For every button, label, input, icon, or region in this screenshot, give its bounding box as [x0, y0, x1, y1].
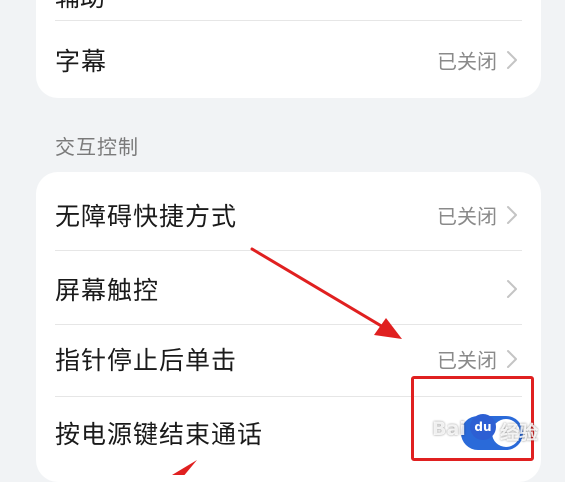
red-arrow-head — [374, 318, 402, 339]
red-arrow-annotation — [250, 247, 390, 332]
annotation-arrows — [172, 247, 402, 475]
red-arrow-partial — [172, 460, 197, 475]
